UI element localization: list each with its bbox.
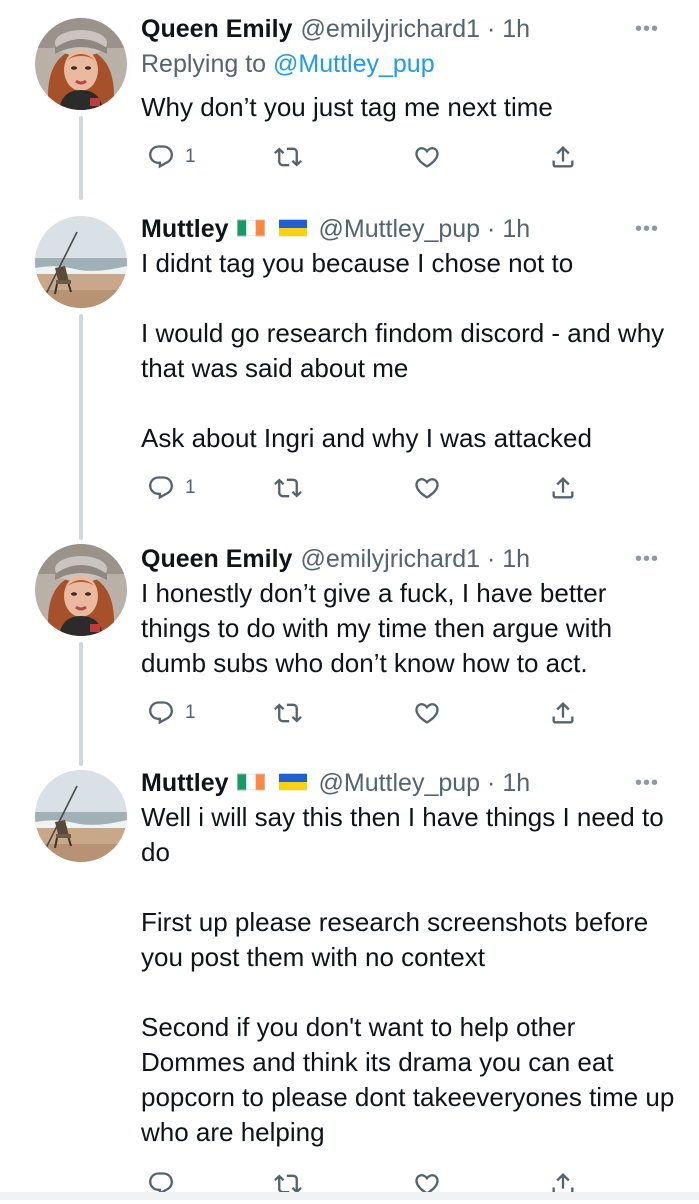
avatar[interactable] <box>35 770 127 862</box>
tweet-text: Well i will say this then I have things … <box>141 802 675 1147</box>
share-icon <box>549 699 577 727</box>
reply-button[interactable]: 1 <box>147 137 196 177</box>
beach-chair-avatar <box>35 770 127 862</box>
like-icon <box>413 474 441 502</box>
separator-dot: · <box>487 769 496 797</box>
beach-chair-avatar <box>35 216 127 308</box>
retweet-button[interactable] <box>274 137 302 177</box>
like-button[interactable] <box>413 137 441 177</box>
like-button[interactable] <box>413 468 441 508</box>
woman-portrait-avatar <box>35 18 127 110</box>
user-handle[interactable]: @Muttley_pup <box>319 769 481 797</box>
replying-to: Replying to @Muttley_pup <box>141 47 681 81</box>
reply-button[interactable]: 1 <box>147 468 196 508</box>
tweet[interactable]: Muttley @Muttley_pup · 1h ••• Well i will… <box>0 766 699 1200</box>
tweet-actions: 1 <box>141 468 681 508</box>
more-options-icon[interactable]: ••• <box>635 766 659 800</box>
timestamp[interactable]: 1h <box>502 545 530 573</box>
avatar[interactable] <box>35 18 127 110</box>
retweet-button[interactable] <box>274 693 302 733</box>
tweet-header: Queen Emily @emilyjrichard1 · 1h ••• <box>141 542 681 576</box>
share-button[interactable] <box>549 468 577 508</box>
avatar[interactable] <box>35 216 127 308</box>
reply-button[interactable]: 1 <box>147 693 196 733</box>
thread-line <box>79 116 83 200</box>
ukraine-flag-icon <box>279 219 307 237</box>
timestamp[interactable]: 1h <box>502 769 530 797</box>
like-icon <box>413 143 441 171</box>
reply-icon <box>147 474 175 502</box>
thread-line <box>79 642 83 766</box>
user-handle[interactable]: @emilyjrichard1 <box>300 545 480 573</box>
retweet-button[interactable] <box>274 468 302 508</box>
reply-icon <box>147 143 175 171</box>
like-icon <box>413 699 441 727</box>
mention-link[interactable]: @Muttley_pup <box>273 50 435 78</box>
tweet-content: Queen Emily @emilyjrichard1 · 1h ••• I ho… <box>141 542 681 733</box>
retweet-icon <box>274 699 302 727</box>
more-options-icon[interactable]: ••• <box>635 212 659 246</box>
tweet-header: Muttley @Muttley_pup · 1h ••• <box>141 212 681 246</box>
share-button[interactable] <box>549 137 577 177</box>
separator-dot: · <box>487 545 496 573</box>
separator-dot: · <box>487 215 496 243</box>
tweet[interactable]: Muttley @Muttley_pup · 1h ••• I didnt tag… <box>0 200 699 540</box>
share-icon <box>549 143 577 171</box>
thread-line <box>79 314 83 540</box>
reply-count: 1 <box>185 702 196 723</box>
tweet-content: Queen Emily @emilyjrichard1 · 1h ••• Repl… <box>141 12 681 177</box>
tweet-text: Why don’t you just tag me next time <box>141 92 553 122</box>
tweet[interactable]: Queen Emily @emilyjrichard1 · 1h ••• I ho… <box>0 540 699 766</box>
display-name[interactable]: Muttley <box>141 769 229 797</box>
timestamp[interactable]: 1h <box>502 15 530 43</box>
ireland-flag-icon <box>237 773 265 791</box>
separator-dot: · <box>487 15 496 43</box>
tweet-header: Muttley @Muttley_pup · 1h ••• <box>141 766 681 800</box>
more-options-icon[interactable]: ••• <box>635 12 659 46</box>
woman-portrait-avatar <box>35 544 127 636</box>
tweet-actions: 1 <box>141 693 681 733</box>
user-handle[interactable]: @emilyjrichard1 <box>300 15 480 43</box>
retweet-icon <box>274 143 302 171</box>
display-name[interactable]: Queen Emily <box>141 15 292 43</box>
tweet-content: Muttley @Muttley_pup · 1h ••• I didnt tag… <box>141 212 681 508</box>
reply-count: 1 <box>185 146 196 167</box>
tweet-thread: Queen Emily @emilyjrichard1 · 1h ••• Repl… <box>0 0 699 1200</box>
share-icon <box>549 474 577 502</box>
avatar[interactable] <box>35 544 127 636</box>
display-name[interactable]: Queen Emily <box>141 545 292 573</box>
retweet-icon <box>274 474 302 502</box>
replying-to-label: Replying to <box>141 50 267 78</box>
tweet-content: Muttley @Muttley_pup · 1h ••• Well i will… <box>141 766 681 1204</box>
ireland-flag-icon <box>237 219 265 237</box>
tweet-header: Queen Emily @emilyjrichard1 · 1h ••• <box>141 12 681 46</box>
ukraine-flag-icon <box>279 773 307 791</box>
user-handle[interactable]: @Muttley_pup <box>319 215 481 243</box>
display-name[interactable]: Muttley <box>141 215 229 243</box>
tweet[interactable]: Queen Emily @emilyjrichard1 · 1h ••• Repl… <box>0 0 699 200</box>
reply-count: 1 <box>185 477 196 498</box>
timestamp[interactable]: 1h <box>502 215 530 243</box>
tweet-text: I didnt tag you because I chose not to I… <box>141 248 665 453</box>
like-button[interactable] <box>413 693 441 733</box>
tweet-actions: 1 <box>141 137 681 177</box>
reply-icon <box>147 699 175 727</box>
tweet-text: I honestly don’t give a fuck, I have bet… <box>141 578 613 678</box>
more-options-icon[interactable]: ••• <box>635 542 659 576</box>
share-button[interactable] <box>549 693 577 733</box>
bottom-divider <box>0 1192 699 1200</box>
